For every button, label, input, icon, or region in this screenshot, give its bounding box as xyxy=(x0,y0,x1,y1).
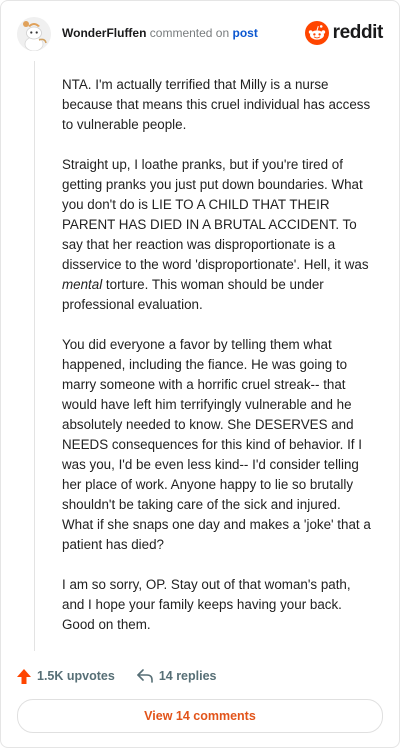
reply-button[interactable]: 14 replies xyxy=(137,669,217,683)
comment-footer: 1.5K upvotes 14 replies xyxy=(17,665,383,687)
reddit-wordmark: reddit xyxy=(332,22,384,43)
upvote-arrow-icon xyxy=(17,668,31,684)
reply-arrow-icon xyxy=(137,669,153,683)
view-comments-button[interactable]: View 14 comments xyxy=(17,699,383,733)
comment-header: WonderFluffen commented on post reddit xyxy=(17,17,383,53)
comment-paragraph: I am so sorry, OP. Stay out of that woma… xyxy=(62,577,351,632)
comment-paragraph: You did everyone a favor by telling them… xyxy=(62,337,371,552)
upvote-button[interactable]: 1.5K upvotes xyxy=(17,668,115,684)
action-text: commented on xyxy=(149,26,230,40)
thread-line xyxy=(34,61,35,651)
comment-paragraph: NTA. I'm actually terrified that Milly i… xyxy=(62,77,371,132)
username-link[interactable]: WonderFluffen xyxy=(62,26,146,40)
comment-meta: WonderFluffen commented on post xyxy=(62,26,258,40)
avatar-icon[interactable] xyxy=(17,17,51,51)
upvote-count: 1.5K upvotes xyxy=(37,669,115,683)
reddit-brand[interactable]: reddit xyxy=(304,21,384,45)
reddit-logo-icon xyxy=(304,21,329,45)
comment-paragraph: Straight up, I loathe pranks, but if you… xyxy=(62,157,369,312)
emphasis-text: mental xyxy=(62,277,103,292)
reply-count: 14 replies xyxy=(158,669,217,683)
comment-card: WonderFluffen commented on post reddit N… xyxy=(0,0,400,748)
comment-body: NTA. I'm actually terrified that Milly i… xyxy=(62,75,372,655)
post-link[interactable]: post xyxy=(233,26,258,40)
